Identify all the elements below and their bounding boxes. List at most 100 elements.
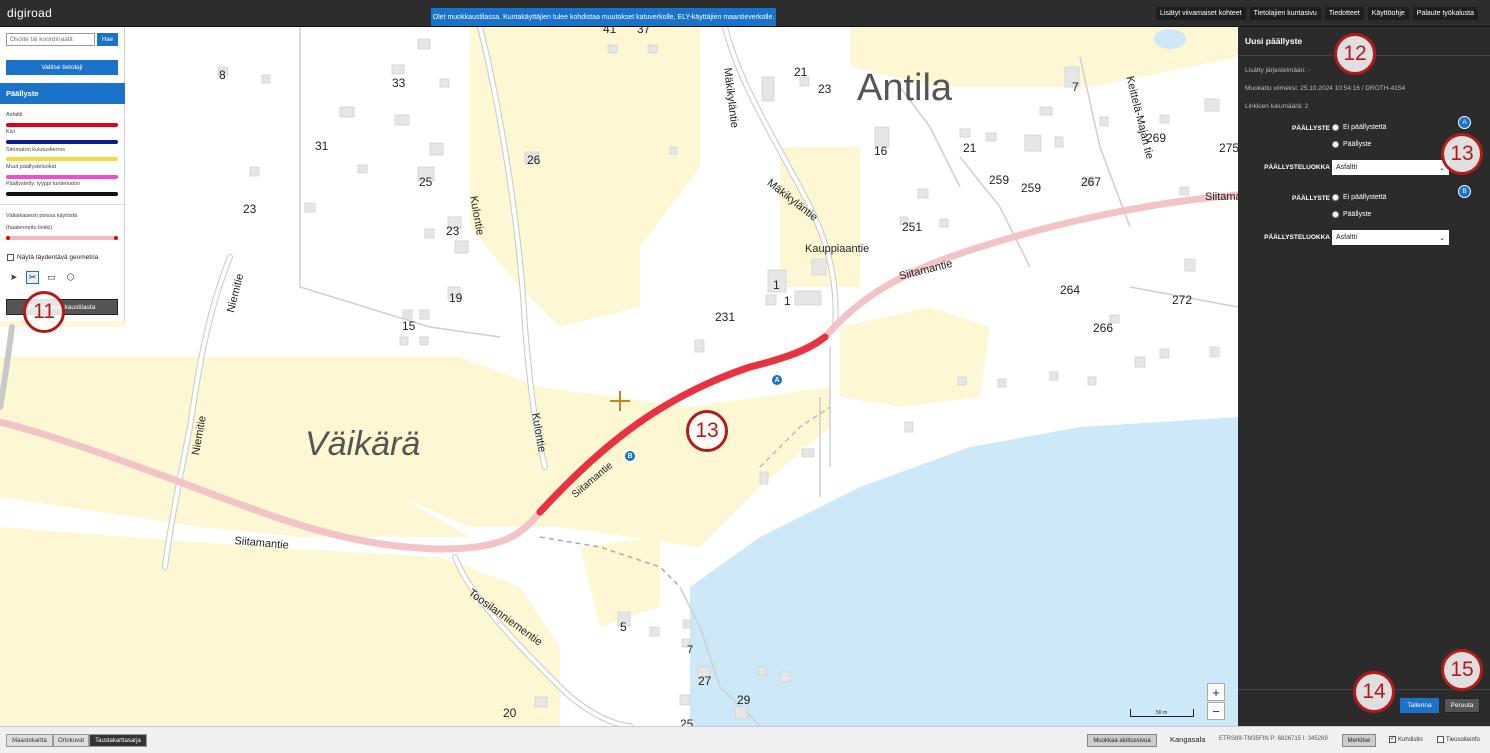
- radio-dot-selected[interactable]: [1332, 141, 1339, 148]
- surface-class-select-a[interactable]: Asfaltti ⌄: [1332, 160, 1449, 175]
- house-number: 1: [773, 278, 780, 292]
- house-number: 33: [392, 76, 406, 90]
- legend-label-tuntematon: Päällystetty, tyyppi tuntematon: [6, 181, 81, 187]
- nav-announcements[interactable]: Tiedotteet: [1324, 7, 1364, 20]
- scale-bar-label: 50 m: [1156, 710, 1168, 716]
- callout-badge: 15: [1441, 649, 1483, 691]
- house-number: 15: [402, 319, 416, 333]
- legend-label-sitomaton: Sitomaton kulutuskerros: [6, 147, 65, 153]
- house-number: 272: [1172, 293, 1193, 307]
- segment-marker-b[interactable]: B: [623, 449, 637, 463]
- house-number: 267: [1081, 175, 1102, 189]
- house-number: 259: [989, 173, 1010, 187]
- radio-label: Ei päällystettä: [1343, 124, 1387, 131]
- zoom-out-button[interactable]: −: [1207, 702, 1225, 720]
- edit-start-page-button[interactable]: Muokkaa aloitussivua: [1087, 734, 1157, 747]
- bottom-bar: Maastokartta Ortokuvat Taustakarttasarja…: [0, 726, 1490, 753]
- select-layer-button[interactable]: Valitse tietolaji: [6, 60, 118, 75]
- house-number: 23: [818, 82, 832, 96]
- radio-dot-selected[interactable]: [1332, 211, 1339, 218]
- surface-label-b: PÄÄLLYSTE: [1291, 195, 1330, 202]
- legend-label-muut: Muut päällysteluokat: [6, 164, 57, 170]
- road-info-checkbox[interactable]: Tieosoiteinfo: [1437, 736, 1480, 743]
- checkbox-box[interactable]: [7, 254, 14, 261]
- house-number: 25: [419, 175, 433, 189]
- basemap-tab-ortho[interactable]: Ortokuvat: [53, 734, 89, 747]
- checkbox-label: Tieosoiteinfo: [1446, 736, 1480, 743]
- checkbox-checked[interactable]: ✓: [1389, 735, 1396, 743]
- section-badge-b: B: [1458, 185, 1471, 198]
- house-number: 266: [1093, 321, 1114, 335]
- house-number: 269: [1146, 131, 1167, 145]
- radio-dot[interactable]: [1332, 194, 1339, 201]
- house-number: 29: [737, 693, 751, 707]
- mark-button[interactable]: Merkitse: [1342, 734, 1376, 747]
- house-number: 26: [527, 153, 541, 167]
- show-geometry-checkbox[interactable]: Näytä täydentävä geometria: [7, 254, 98, 261]
- radio-dot[interactable]: [1332, 124, 1339, 131]
- radio-no-surface-a[interactable]: Ei päällystettä: [1332, 124, 1387, 131]
- house-number: 5: [620, 620, 627, 634]
- legend-bar-kivi: [6, 140, 118, 144]
- house-number: 25: [680, 717, 694, 726]
- legend-divider: [0, 204, 125, 205]
- nav-feedback[interactable]: Palaute työkalusta: [1412, 7, 1478, 20]
- legend-bar-asfaltti: [6, 123, 118, 127]
- segment-marker-a[interactable]: A: [770, 373, 784, 387]
- basemap-tab-terrain[interactable]: Maastokartta: [6, 734, 53, 747]
- link-count: Linkkien lukumäärä: 2: [1245, 103, 1309, 110]
- house-number: 19: [449, 291, 463, 305]
- last-modified: Muokattu viimeksi: 25.10.2024 10:54:16 /…: [1245, 85, 1406, 92]
- radio-surface-a[interactable]: Päällyste: [1332, 141, 1371, 148]
- municipality-name: Kangasala: [1170, 735, 1206, 744]
- house-number: 251: [902, 220, 923, 234]
- legend-label-inactive-sub: (haalennettu linkki): [6, 225, 53, 231]
- checkbox-label: Kohdistin: [1398, 736, 1423, 743]
- surface-label-a: PÄÄLLYSTE: [1291, 125, 1330, 132]
- polygon-tool-icon[interactable]: ⬡: [64, 271, 77, 284]
- surface-class-label-b: PÄÄLLYSTELUOKKA: [1264, 234, 1330, 241]
- house-number: 16: [874, 144, 888, 158]
- basemap-tab-background[interactable]: Taustakarttasarja: [89, 734, 147, 747]
- house-number: 21: [794, 65, 808, 79]
- place-label-vaikara: Väikärä: [305, 425, 421, 463]
- nav-added-linear-assets[interactable]: Lisätyt viivamaiset kohteet: [1155, 7, 1246, 20]
- app-logo[interactable]: digiroad: [7, 6, 52, 20]
- radio-no-surface-b[interactable]: Ei päällystettä: [1332, 194, 1387, 201]
- house-number: 23: [243, 202, 257, 216]
- radio-label: Ei päällystettä: [1343, 194, 1387, 201]
- house-number: 275: [1219, 141, 1238, 155]
- legend-dot-end: [114, 236, 118, 240]
- checkbox-box[interactable]: [1437, 736, 1444, 743]
- house-number: 259: [1021, 181, 1042, 195]
- nav-municipality-page[interactable]: Tietolajien kuntasivu: [1249, 7, 1321, 20]
- added-in-system: Lisätty järjestelmään: -: [1245, 67, 1311, 74]
- callout-badge: 11: [23, 291, 65, 333]
- house-number: 41: [603, 27, 617, 36]
- app-root: digiroad Olet muokkaustilassa. Kuntakäyt…: [0, 0, 1490, 753]
- cut-tool-icon[interactable]: ✂: [26, 271, 39, 284]
- nav-user-guide[interactable]: Käyttöohje: [1367, 7, 1409, 20]
- map-canvas[interactable]: Antila Väikärä Siitamantie Siitamantie S…: [0, 27, 1238, 726]
- house-number: 7: [687, 644, 694, 656]
- house-number: 7: [1072, 80, 1079, 94]
- surface-class-label-a: PÄÄLLYSTELUOKKA: [1264, 164, 1330, 171]
- search-input[interactable]: [6, 33, 95, 46]
- legend-bar-tuntematon: [6, 192, 118, 196]
- section-badge-a: A: [1458, 116, 1471, 129]
- surface-class-select-b[interactable]: Asfaltti ⌄: [1332, 230, 1449, 245]
- form-title: Uusi päällyste: [1245, 36, 1303, 46]
- crosshair-checkbox[interactable]: ✓ Kohdistin: [1389, 735, 1423, 743]
- cancel-button[interactable]: Peruuta: [1444, 698, 1480, 713]
- checkbox-label: Näytä täydentävä geometria: [17, 254, 99, 261]
- radio-surface-b[interactable]: Päällyste: [1332, 211, 1371, 218]
- zoom-in-button[interactable]: +: [1207, 683, 1225, 701]
- pointer-tool-icon[interactable]: ➤: [7, 271, 20, 284]
- rectangle-tool-icon[interactable]: ▭: [45, 271, 58, 284]
- edit-mode-banner: Olet muokkaustilassa. Kuntakäyttäjien tu…: [431, 8, 776, 26]
- select-value: Asfaltti: [1336, 164, 1358, 171]
- house-number: 264: [1060, 283, 1081, 297]
- house-number: 20: [503, 706, 517, 720]
- save-button[interactable]: Tallenna: [1400, 698, 1439, 713]
- search-button[interactable]: Hae: [97, 33, 118, 46]
